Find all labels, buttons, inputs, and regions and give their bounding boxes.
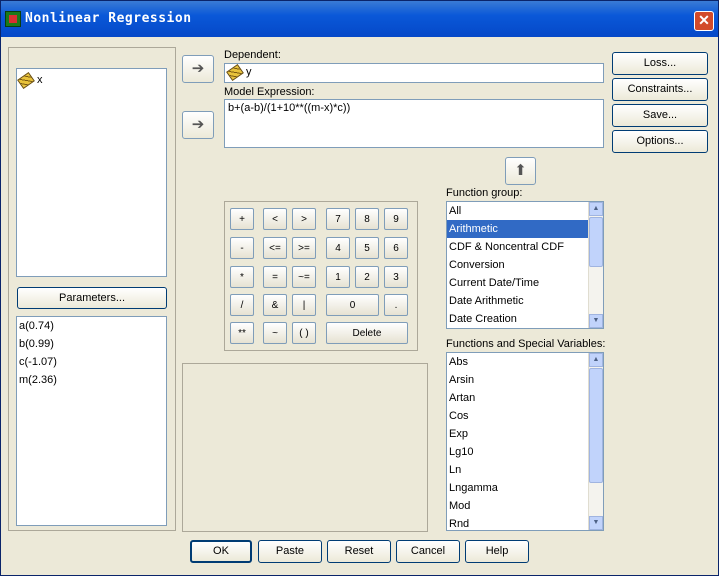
function-description-area [182, 363, 428, 532]
title-bar: Nonlinear Regression ✕ [1, 1, 718, 37]
key-2[interactable]: 2 [355, 266, 379, 288]
key-3[interactable]: 3 [384, 266, 408, 288]
scroll-thumb[interactable] [589, 368, 603, 483]
function-group-item[interactable]: Conversion [447, 256, 603, 274]
function-item[interactable]: Lg10 [447, 443, 603, 461]
reset-button[interactable]: Reset [327, 540, 391, 563]
function-item[interactable]: Ln [447, 461, 603, 479]
options-button[interactable]: Options... [612, 130, 708, 153]
key-less[interactable]: < [263, 208, 287, 230]
key-greater-equal[interactable]: >= [292, 237, 316, 259]
key-delete[interactable]: Delete [326, 322, 408, 344]
functions-scrollbar[interactable]: ▲ ▼ [588, 353, 603, 530]
function-item[interactable]: Abs [447, 353, 603, 371]
arrow-right-icon: ➔ [191, 60, 205, 77]
key-equal[interactable]: = [263, 266, 287, 288]
function-group-item[interactable]: Date Creation [447, 310, 603, 328]
functions-list[interactable]: Abs Arsin Artan Cos Exp Lg10 Ln Lngamma … [446, 352, 604, 531]
nonlinear-regression-dialog: Nonlinear Regression ✕ x Parameters... a… [0, 0, 719, 576]
key-9[interactable]: 9 [384, 208, 408, 230]
keypad: + < > 7 8 9 - <= >= 4 5 6 * = ~= 1 2 3 /… [224, 201, 418, 351]
function-group-item[interactable]: Date Arithmetic [447, 292, 603, 310]
close-button[interactable]: ✕ [694, 11, 714, 31]
loss-button[interactable]: Loss... [612, 52, 708, 75]
key-less-equal[interactable]: <= [263, 237, 287, 259]
scroll-up-icon[interactable]: ▲ [589, 353, 603, 367]
ruler-icon [17, 71, 35, 89]
function-item[interactable]: Exp [447, 425, 603, 443]
parameter-item[interactable]: b(0.99) [17, 335, 166, 353]
ruler-icon [226, 63, 244, 81]
function-group-label: Function group: [446, 187, 523, 199]
scroll-down-icon[interactable]: ▼ [589, 516, 603, 530]
function-group-item[interactable]: All [447, 202, 603, 220]
key-multiply[interactable]: * [230, 266, 254, 288]
paste-button[interactable]: Paste [258, 540, 322, 563]
function-item[interactable]: Rnd [447, 515, 603, 530]
key-6[interactable]: 6 [384, 237, 408, 259]
function-group-item[interactable]: CDF & Noncentral CDF [447, 238, 603, 256]
function-item[interactable]: Arsin [447, 371, 603, 389]
model-expression-field[interactable]: b+(a-b)/(1+10**((m-x)*c)) [224, 99, 604, 148]
constraints-button[interactable]: Constraints... [612, 78, 708, 101]
key-decimal[interactable]: . [384, 294, 408, 316]
variable-list[interactable]: x [16, 68, 167, 277]
key-parentheses[interactable]: ( ) [292, 322, 316, 344]
function-item[interactable]: Cos [447, 407, 603, 425]
arrow-right-icon: ➔ [191, 116, 205, 133]
function-group-item-selected[interactable]: Arithmetic [447, 220, 603, 238]
key-power[interactable]: ** [230, 322, 254, 344]
function-item[interactable]: Artan [447, 389, 603, 407]
parameters-button[interactable]: Parameters... [17, 287, 167, 309]
key-not-equal[interactable]: ~= [292, 266, 316, 288]
function-group-scrollbar[interactable]: ▲ ▼ [588, 202, 603, 328]
key-minus[interactable]: - [230, 237, 254, 259]
key-plus[interactable]: + [230, 208, 254, 230]
window-title: Nonlinear Regression [25, 11, 192, 26]
key-8[interactable]: 8 [355, 208, 379, 230]
function-item[interactable]: Lngamma [447, 479, 603, 497]
key-7[interactable]: 7 [326, 208, 350, 230]
help-button[interactable]: Help [465, 540, 529, 563]
save-button[interactable]: Save... [612, 104, 708, 127]
key-or[interactable]: | [292, 294, 316, 316]
key-5[interactable]: 5 [355, 237, 379, 259]
ok-button[interactable]: OK [190, 540, 252, 563]
key-divide[interactable]: / [230, 294, 254, 316]
dependent-field[interactable]: y [224, 63, 604, 83]
function-item[interactable]: Mod [447, 497, 603, 515]
function-group-item[interactable]: Current Date/Time [447, 274, 603, 292]
functions-label: Functions and Special Variables: [446, 338, 606, 350]
parameter-item[interactable]: m(2.36) [17, 371, 166, 389]
scroll-down-icon[interactable]: ▼ [589, 314, 603, 328]
arrow-up-icon: ⬆ [514, 162, 527, 179]
function-group-list[interactable]: All Arithmetic CDF & Noncentral CDF Conv… [446, 201, 604, 329]
scroll-up-icon[interactable]: ▲ [589, 202, 603, 216]
model-expression-label: Model Expression: [224, 86, 315, 98]
move-to-dependent-button[interactable]: ➔ [182, 55, 214, 83]
key-0[interactable]: 0 [326, 294, 379, 316]
parameter-item[interactable]: a(0.74) [17, 317, 166, 335]
parameters-list[interactable]: a(0.74) b(0.99) c(-1.07) m(2.36) [16, 316, 167, 526]
insert-function-button[interactable]: ⬆ [505, 157, 536, 185]
key-4[interactable]: 4 [326, 237, 350, 259]
app-icon [5, 11, 21, 27]
move-to-model-button[interactable]: ➔ [182, 111, 214, 139]
key-and[interactable]: & [263, 294, 287, 316]
key-not[interactable]: ~ [263, 322, 287, 344]
dependent-label: Dependent: [224, 49, 281, 61]
variable-item-x[interactable]: x [17, 71, 166, 89]
parameter-item[interactable]: c(-1.07) [17, 353, 166, 371]
cancel-button[interactable]: Cancel [396, 540, 460, 563]
key-1[interactable]: 1 [326, 266, 350, 288]
scroll-thumb[interactable] [589, 217, 603, 267]
key-greater[interactable]: > [292, 208, 316, 230]
